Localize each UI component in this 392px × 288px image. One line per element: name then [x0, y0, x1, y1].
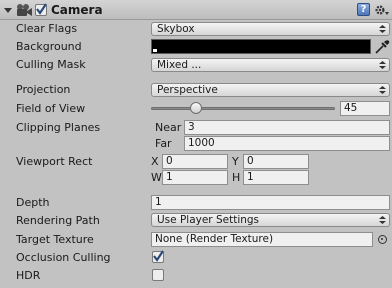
dropdown-arrows-icon [379, 216, 386, 224]
projection-dropdown[interactable]: Perspective [151, 83, 390, 97]
background-color-swatch[interactable] [151, 39, 371, 54]
hdr-label: HDR [16, 269, 41, 282]
object-picker-dot [381, 238, 383, 240]
checkmark-icon [153, 250, 164, 262]
viewport-y-label: Y [232, 155, 239, 168]
dropdown-arrows-icon [379, 25, 386, 33]
viewport-x-input[interactable]: 0 [162, 154, 228, 169]
far-clip-input[interactable]: 1000 [184, 136, 390, 151]
occlusion-culling-label: Occlusion Culling [16, 251, 111, 264]
eyedropper-icon[interactable] [374, 39, 390, 55]
viewport-h-input[interactable]: 1 [243, 170, 309, 185]
field-of-view-label: Field of View [16, 102, 86, 115]
clear-flags-dropdown[interactable]: Skybox [151, 22, 390, 36]
culling-mask-value: Mixed ... [157, 59, 202, 71]
near-label: Near [155, 121, 182, 134]
gear-icon[interactable] [374, 3, 390, 17]
clear-flags-value: Skybox [157, 23, 195, 35]
dropdown-arrows-icon [379, 61, 386, 69]
depth-label: Depth [16, 196, 50, 209]
camera-icon [15, 3, 33, 17]
projection-label: Projection [16, 83, 71, 96]
help-icon[interactable]: ? [357, 3, 370, 16]
occlusion-culling-checkbox[interactable] [152, 250, 164, 263]
viewport-x-label: X [151, 155, 159, 168]
rendering-path-value: Use Player Settings [157, 214, 260, 226]
hdr-checkbox[interactable] [152, 269, 164, 281]
viewport-y-input[interactable]: 0 [243, 154, 309, 169]
far-label: Far [155, 137, 172, 150]
field-of-view-input[interactable]: 45 [340, 101, 390, 116]
viewport-w-label: W [151, 171, 162, 184]
field-of-view-slider-thumb[interactable] [190, 102, 203, 114]
culling-mask-label: Culling Mask [16, 58, 86, 71]
component-title: Camera [51, 3, 103, 17]
target-texture-label: Target Texture [16, 233, 94, 246]
alpha-bar [153, 49, 157, 52]
component-enabled-checkbox[interactable] [35, 3, 47, 16]
rendering-path-dropdown[interactable]: Use Player Settings [151, 213, 390, 227]
dropdown-arrows-icon [379, 86, 386, 94]
viewport-rect-label: Viewport Rect [16, 155, 93, 168]
rendering-path-label: Rendering Path [16, 214, 100, 227]
clear-flags-label: Clear Flags [16, 22, 78, 35]
near-clip-input[interactable]: 3 [184, 120, 390, 135]
clipping-planes-label: Clipping Planes [16, 121, 101, 134]
background-label: Background [16, 40, 82, 53]
viewport-w-input[interactable]: 1 [162, 170, 228, 185]
projection-value: Perspective [157, 84, 218, 96]
object-picker-icon[interactable] [378, 235, 387, 244]
target-texture-field[interactable]: None (Render Texture) [151, 232, 373, 247]
culling-mask-dropdown[interactable]: Mixed ... [151, 58, 390, 72]
foldout-arrow-icon[interactable] [4, 8, 12, 13]
field-of-view-slider-track[interactable] [151, 107, 335, 110]
depth-input[interactable]: 1 [151, 195, 390, 210]
viewport-h-label: H [232, 171, 241, 184]
